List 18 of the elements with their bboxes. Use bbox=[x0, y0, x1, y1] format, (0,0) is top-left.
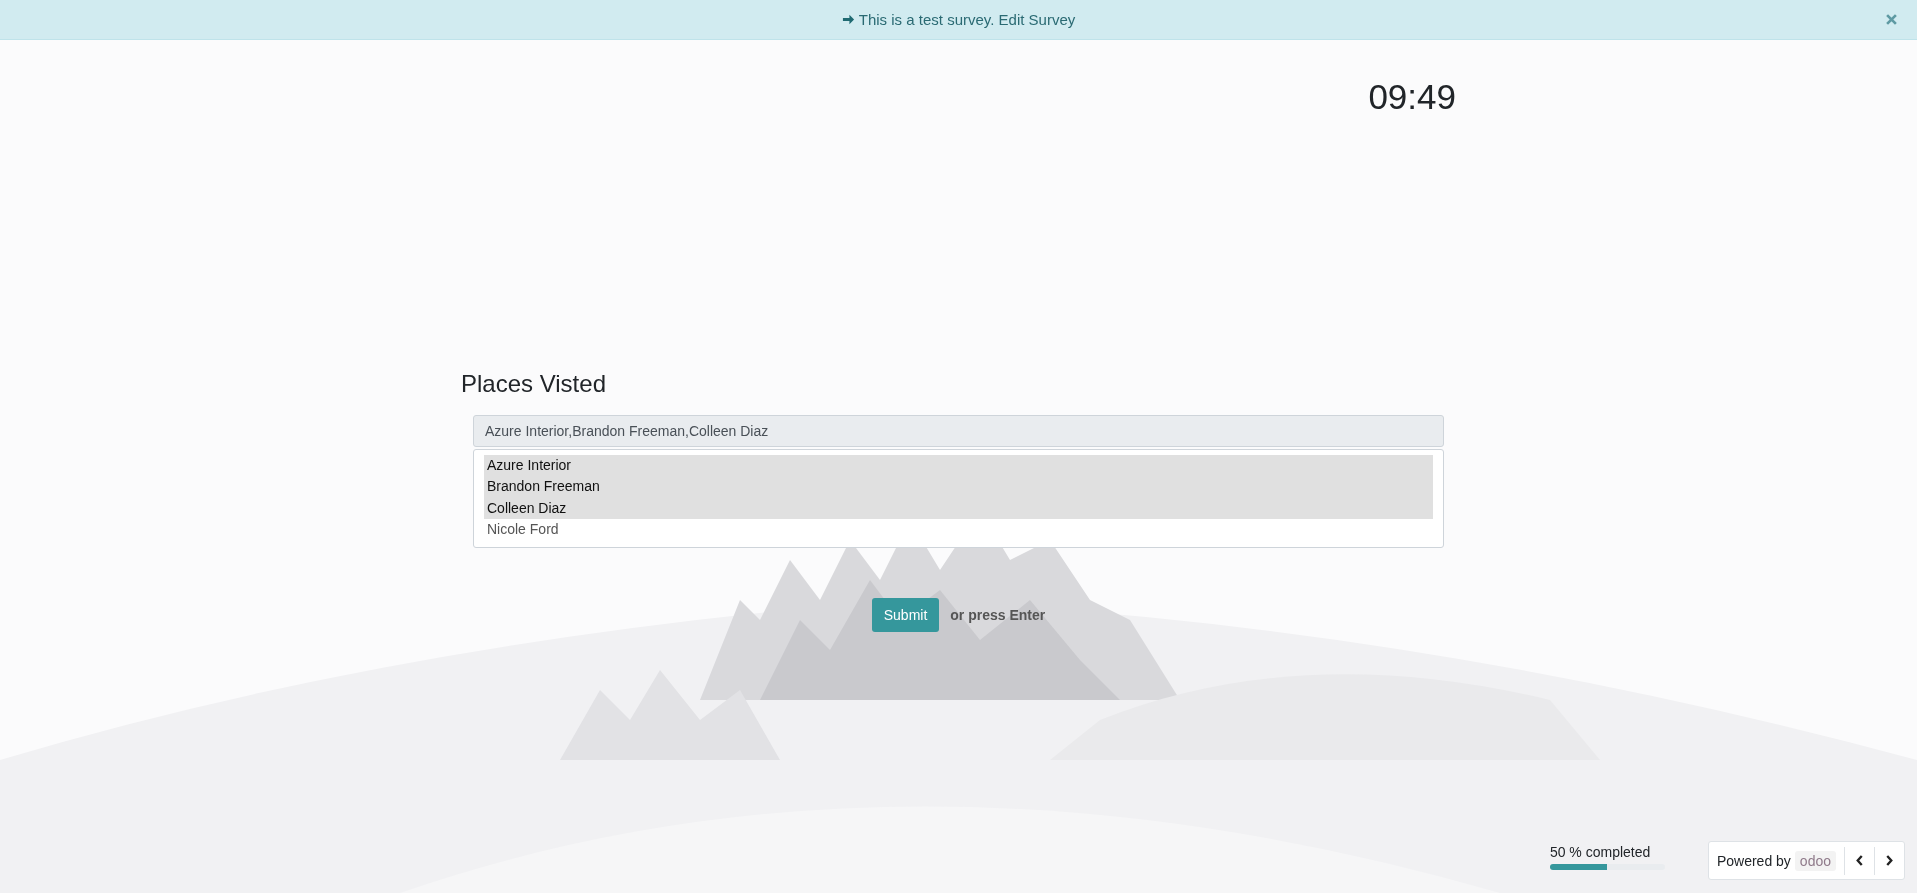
powered-by-text: Powered by bbox=[1716, 852, 1791, 869]
selected-values-field[interactable]: Azure Interior,Brandon Freeman,Colleen Diaz bbox=[473, 414, 1444, 447]
banner-message: This is a test survey. Edit Survey bbox=[841, 11, 1076, 28]
list-option[interactable]: Brandon Freeman bbox=[484, 476, 1433, 498]
edit-survey-link[interactable]: Edit Survey bbox=[998, 11, 1076, 28]
list-option[interactable]: Azure Interior bbox=[484, 454, 1433, 477]
question-title: Places Visted bbox=[461, 370, 607, 399]
list-option[interactable]: Nicole Ford bbox=[484, 519, 1433, 541]
countdown-timer: 09:49 bbox=[1368, 76, 1456, 118]
press-enter-hint: or press Enter bbox=[950, 606, 1046, 623]
chevron-right-icon bbox=[1885, 854, 1894, 867]
list-option[interactable]: Colleen Diaz bbox=[484, 497, 1433, 520]
chevron-left-icon bbox=[1855, 854, 1864, 867]
arrow-right-icon bbox=[841, 13, 855, 26]
progress-label: 50 % completed bbox=[1549, 844, 1652, 860]
close-icon[interactable] bbox=[1886, 14, 1897, 25]
brand-logo[interactable]: odoo bbox=[1794, 850, 1836, 871]
options-listbox[interactable]: Azure Interior Brandon Freeman Colleen Diaz Nicole Ford bbox=[473, 448, 1444, 548]
